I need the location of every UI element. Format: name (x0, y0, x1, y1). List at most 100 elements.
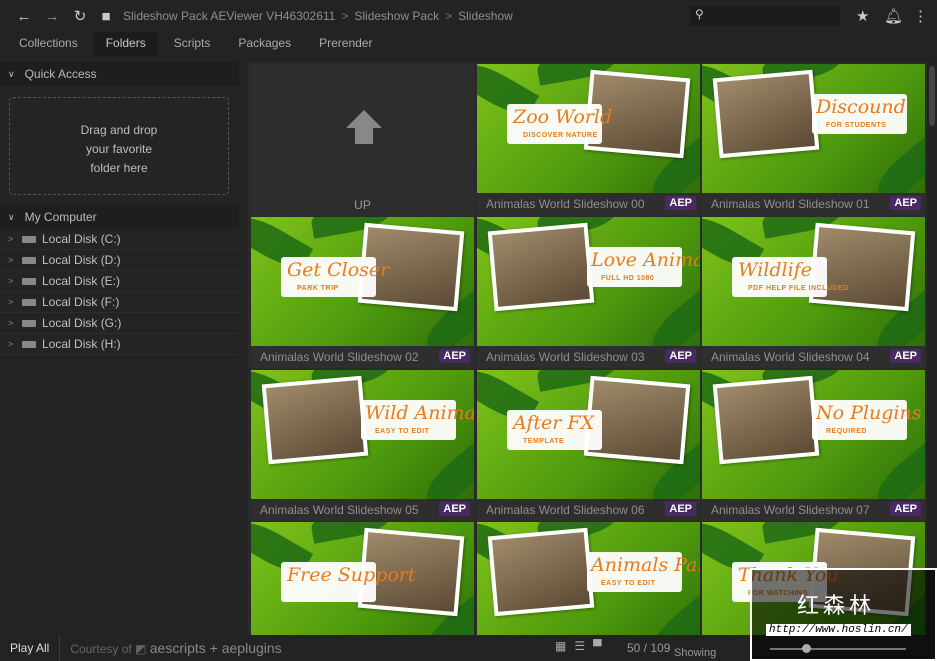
disk-icon (22, 298, 36, 306)
breadcrumb-item[interactable]: Slideshow (458, 9, 513, 23)
thumbnail: Free Support (251, 522, 474, 635)
thumbnail-subtitle: REQUIRED (826, 428, 867, 435)
aep-badge: AEP (665, 502, 696, 516)
tile[interactable]: Love Animals FULL HD 1080 Animalas World… (477, 217, 700, 368)
courtesy: Courtesy of ◩ aescripts + aeplugins (70, 640, 281, 656)
thumbnail-title: Wild Animals (365, 402, 474, 424)
thumbnail: Wildlife PDF HELP FILE INCLUDED (702, 217, 925, 346)
disk-icon (22, 340, 36, 348)
chevron-right-icon: > (8, 234, 14, 244)
refresh-icon[interactable]: ↻ (69, 7, 91, 25)
tab-packages[interactable]: Packages (226, 32, 303, 56)
breadcrumb-item[interactable]: Slideshow Pack (354, 9, 439, 23)
disk-label: Local Disk (H:) (42, 337, 121, 351)
thumbnail: After FX TEMPLATE (477, 370, 700, 499)
tab-folders[interactable]: Folders (93, 32, 158, 56)
sidebar-item-disk[interactable]: > Local Disk (F:) (0, 292, 239, 313)
tile[interactable]: Zoo World DISCOVER NATURE Animalas World… (477, 64, 700, 215)
chevron-down-icon: ∨ (8, 68, 15, 79)
star-icon[interactable]: ★ (856, 7, 869, 25)
my-computer-header[interactable]: ∨ My Computer (0, 205, 239, 229)
thumbnail-title: After FX (513, 412, 595, 434)
tile[interactable]: Free Support (251, 522, 474, 635)
drop-zone[interactable]: Drag and drop your favorite folder here (9, 97, 229, 195)
scrollbar[interactable] (927, 62, 937, 635)
scrollbar-thumb[interactable] (929, 66, 935, 126)
disk-label: Local Disk (G:) (42, 316, 122, 330)
thumbnail-subtitle: EASY TO EDIT (375, 428, 430, 435)
watermark-url: http://www.hoslin.cn/ (766, 624, 911, 636)
quick-access-header[interactable]: ∨ Quick Access (0, 62, 239, 86)
thumbnail-subtitle: DISCOVER NATURE (523, 132, 598, 139)
aep-badge: AEP (439, 349, 470, 363)
tile[interactable]: Get Closer PARK TRIP Animalas World Slid… (251, 217, 474, 368)
list-view-icon[interactable]: ☰ (574, 639, 585, 653)
sidebar-item-disk[interactable]: > Local Disk (D:) (0, 250, 239, 271)
breadcrumb-item[interactable]: Slideshow Pack AEViewer VH46302611 (123, 9, 335, 23)
tab-collections[interactable]: Collections (7, 32, 90, 56)
drop-text: folder here (90, 161, 148, 175)
up-arrow-icon (346, 110, 382, 128)
sidebar-item-disk[interactable]: > Local Disk (H:) (0, 334, 239, 355)
tile[interactable]: Wild Animals EASY TO EDIT Animalas World… (251, 370, 474, 521)
sidebar-item-disk[interactable]: > Local Disk (C:) (0, 229, 239, 250)
thumbnail-title: Discound (816, 96, 906, 118)
thumbnail-title: No Plugins (816, 402, 922, 424)
disk-icon (22, 277, 36, 285)
tile[interactable]: Animals Park EASY TO EDIT (477, 522, 700, 635)
thumbnail-subtitle: FOR STUDENTS (826, 122, 887, 129)
thumbnail: No Plugins REQUIRED (702, 370, 925, 499)
forward-icon[interactable]: → (41, 8, 63, 25)
bell-icon[interactable]: 🔔︎ (884, 7, 903, 25)
thumbnail: Get Closer PARK TRIP (251, 217, 474, 346)
up-tile[interactable]: UP (251, 64, 474, 215)
up-arrow-icon (355, 128, 373, 144)
disk-icon (22, 319, 36, 327)
thumbnail: Wild Animals EASY TO EDIT (251, 370, 474, 499)
thumbnail-subtitle: EASY TO EDIT (601, 580, 656, 587)
large-view-icon[interactable]: ▀ (593, 639, 602, 653)
breadcrumb: Slideshow Pack AEViewer VH46302611 > Slide… (123, 9, 513, 23)
sidebar-item-disk[interactable]: > Local Disk (E:) (0, 271, 239, 292)
sidebar-item-disk[interactable]: > Local Disk (G:) (0, 313, 239, 334)
aep-badge: AEP (890, 502, 921, 516)
play-all-button[interactable]: Play All (0, 635, 61, 661)
chevron-right-icon: > (8, 297, 14, 307)
thumbnail-subtitle: FULL HD 1080 (601, 275, 655, 282)
thumbnail-subtitle: PARK TRIP (297, 285, 339, 292)
thumbnail-title: Animals Park (591, 554, 700, 576)
thumbnail: Discound FOR STUDENTS (702, 64, 925, 193)
thumbnail: Animals Park EASY TO EDIT (477, 522, 700, 635)
disk-label: Local Disk (E:) (42, 274, 121, 288)
tile[interactable]: No Plugins REQUIRED Animalas World Slide… (702, 370, 925, 521)
grid-view-icon[interactable]: ▦ (555, 639, 566, 653)
disk-icon (22, 235, 36, 243)
folder-icon[interactable]: ■ (95, 8, 117, 25)
back-icon[interactable]: ← (13, 8, 35, 25)
thumbnail-title: Love Animals (591, 249, 700, 271)
size-slider-handle[interactable] (802, 644, 811, 653)
sidebar: ∨ Quick Access Drag and drop your favorit… (0, 62, 239, 633)
thumbnail-title: Get Closer (287, 259, 390, 281)
thumbnail: Zoo World DISCOVER NATURE (477, 64, 700, 193)
thumbnail-grid: UP Zoo World DISCOVER NATURE Animalas Wo… (248, 62, 937, 635)
more-icon[interactable]: ⋮ (913, 7, 928, 25)
tab-scripts[interactable]: Scripts (162, 32, 223, 56)
tile[interactable]: Discound FOR STUDENTS Animalas World Sli… (702, 64, 925, 215)
size-slider[interactable] (770, 648, 906, 650)
search-input[interactable]: ⚲ (690, 6, 840, 26)
brand-name[interactable]: aescripts + aeplugins (150, 640, 282, 656)
aep-badge: AEP (665, 349, 696, 363)
tab-prerender[interactable]: Prerender (307, 32, 384, 56)
thumbnail-title: Free Support (287, 564, 416, 586)
showing-label: Showing (674, 647, 717, 659)
disk-icon (22, 256, 36, 264)
tile[interactable]: Wildlife PDF HELP FILE INCLUDED Animalas… (702, 217, 925, 368)
courtesy-label: Courtesy of (70, 642, 132, 656)
up-label: UP (354, 198, 371, 212)
tile[interactable]: After FX TEMPLATE Animalas World Slidesh… (477, 370, 700, 521)
watermark-text: 红森林 (797, 593, 876, 618)
thumbnail-title: Wildlife (738, 259, 812, 281)
disk-label: Local Disk (C:) (42, 232, 121, 246)
section-label: Quick Access (24, 67, 97, 81)
